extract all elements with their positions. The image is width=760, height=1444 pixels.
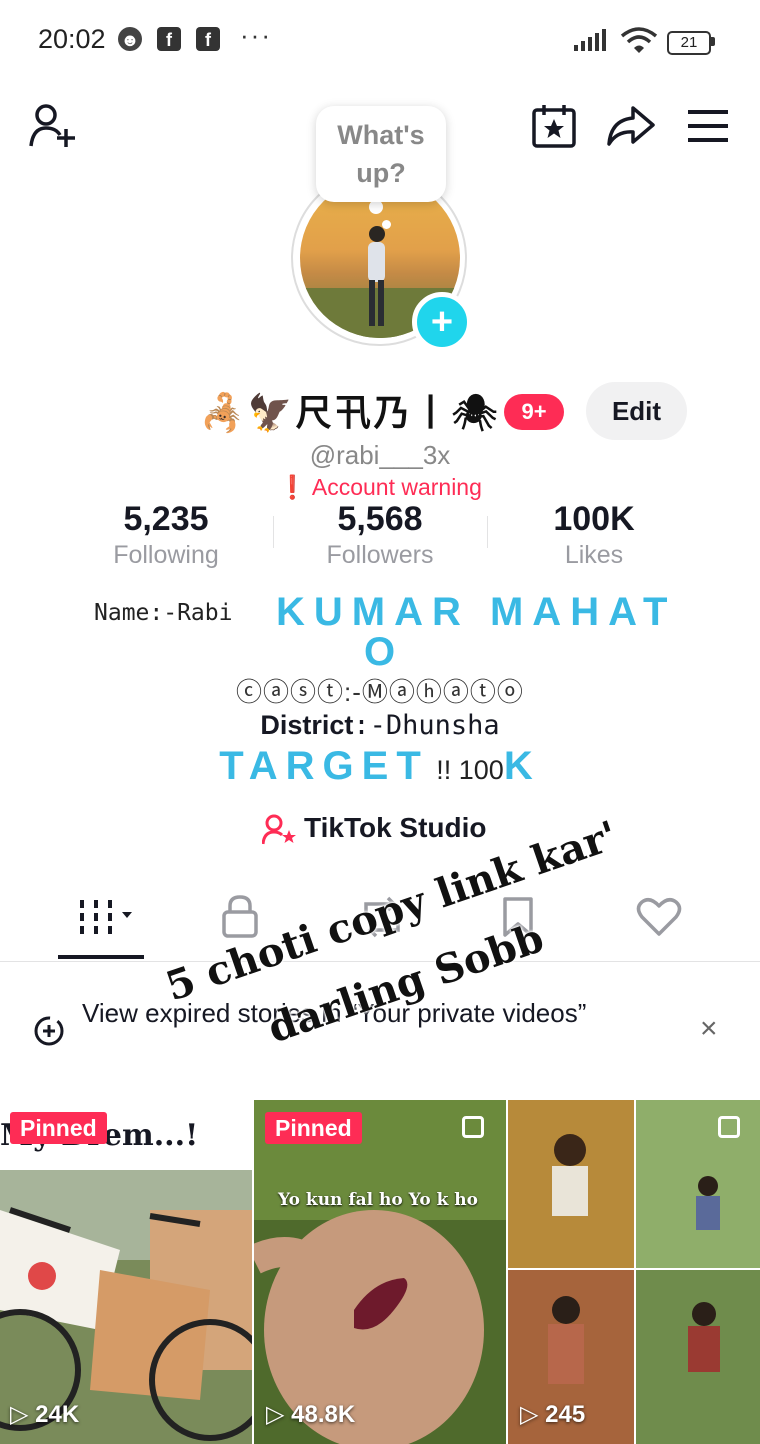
thumbnail-2-views: ▷ 48.8K (266, 1400, 355, 1429)
stat-following[interactable]: 5,235 Following (66, 500, 266, 570)
thumbnail-3-views: ▷ 245 (520, 1400, 585, 1429)
views-count: 48.8K (291, 1401, 356, 1428)
video-thumbnail-3[interactable] (508, 1100, 760, 1444)
add-story-button[interactable]: + (412, 292, 472, 352)
bio-target-k: K (503, 744, 541, 788)
edit-profile-button[interactable]: Edit (586, 382, 687, 440)
photo-collage-thumbnail (508, 1100, 760, 1444)
pinned-badge: Pinned (10, 1112, 107, 1144)
signal-icon (574, 29, 606, 51)
stat-divider (487, 516, 488, 548)
views-count: 24K (35, 1401, 80, 1428)
expired-stories-icon (34, 1016, 64, 1046)
multi-photo-icon (462, 1116, 484, 1138)
menu-icon[interactable] (686, 108, 730, 144)
play-icon: ▷ (10, 1401, 29, 1428)
bio-cast: ⓒⓐⓢⓣ:-Ⓜⓐⓗⓐⓣⓞ (236, 677, 524, 707)
bio-target-word: TARGET (219, 744, 429, 788)
thumbnail-1-views: ▷ 24K (10, 1400, 79, 1429)
status-bubble[interactable]: What's up? (316, 106, 446, 202)
liked-heart-tab-icon[interactable] (636, 896, 682, 938)
play-icon: ▷ (266, 1401, 285, 1428)
followers-count: 5,568 (337, 500, 423, 538)
status-time: 20:02 (38, 24, 106, 54)
play-icon: ▷ (520, 1401, 539, 1428)
add-friend-icon[interactable] (28, 102, 80, 150)
app-notification-icon: ☻ (118, 27, 142, 51)
multi-photo-icon (718, 1116, 740, 1138)
bio-district-label: District (260, 710, 354, 740)
active-tab-indicator (58, 955, 144, 959)
videos-grid-tab-icon[interactable] (78, 898, 140, 938)
battery-icon: 21 (667, 31, 711, 55)
bio-target: TARGET !! 100K (0, 744, 760, 789)
following-label: Following (113, 541, 219, 569)
thumbnail-2-caption: Yo kun fal ho Yo k ho (278, 1190, 478, 1210)
bubble-tail-dot (382, 220, 391, 229)
likes-label: Likes (564, 541, 624, 569)
stat-followers[interactable]: 5,568 Followers (280, 500, 480, 570)
video-thumbnail-2[interactable] (254, 1100, 506, 1444)
bio-district: District:-Dhunsha (0, 710, 760, 741)
wifi-icon (620, 27, 658, 53)
account-warning-link[interactable]: ❗ Account warning (0, 474, 760, 501)
tiktok-studio-link[interactable]: TikTok Studio (304, 812, 487, 844)
username: @rabi___3x (309, 440, 451, 470)
display-name: 🦂🦅尺卂乃丨🕷 (200, 392, 501, 433)
bio-name-prefix: Name:-Rabi (94, 600, 233, 626)
tabs-divider (0, 961, 760, 962)
likes-count: 100K (553, 500, 635, 538)
notification-badge[interactable]: 9+ (504, 394, 564, 430)
private-lock-tab-icon[interactable] (220, 894, 260, 938)
stat-likes[interactable]: 100K Likes (494, 500, 694, 570)
followers-label: Followers (326, 541, 434, 569)
bio-target-mid: !! 100 (428, 755, 504, 785)
bio-district-value: :-Dhunsha (353, 710, 500, 741)
facebook-icon: f (196, 27, 220, 51)
bio-name-tail: O (364, 630, 396, 674)
battery-tip (711, 37, 715, 46)
share-icon[interactable] (605, 104, 657, 148)
pinned-badge: Pinned (265, 1112, 362, 1144)
status-bar: 20:02 ☻ f f ··· 21 (0, 0, 760, 80)
facebook-icon: f (157, 27, 181, 51)
calendar-star-icon[interactable] (530, 102, 578, 150)
studio-icon (262, 814, 296, 845)
bubble-tail (369, 200, 383, 214)
following-count: 5,235 (123, 500, 209, 538)
views-count: 245 (545, 1401, 586, 1428)
bio-name-big: KUMAR MAHAT (276, 590, 677, 634)
berry-hand-thumbnail (254, 1100, 506, 1444)
stat-divider (273, 516, 274, 548)
close-notice-button[interactable]: × (700, 1012, 718, 1046)
more-notifications-icon: ··· (240, 20, 272, 50)
